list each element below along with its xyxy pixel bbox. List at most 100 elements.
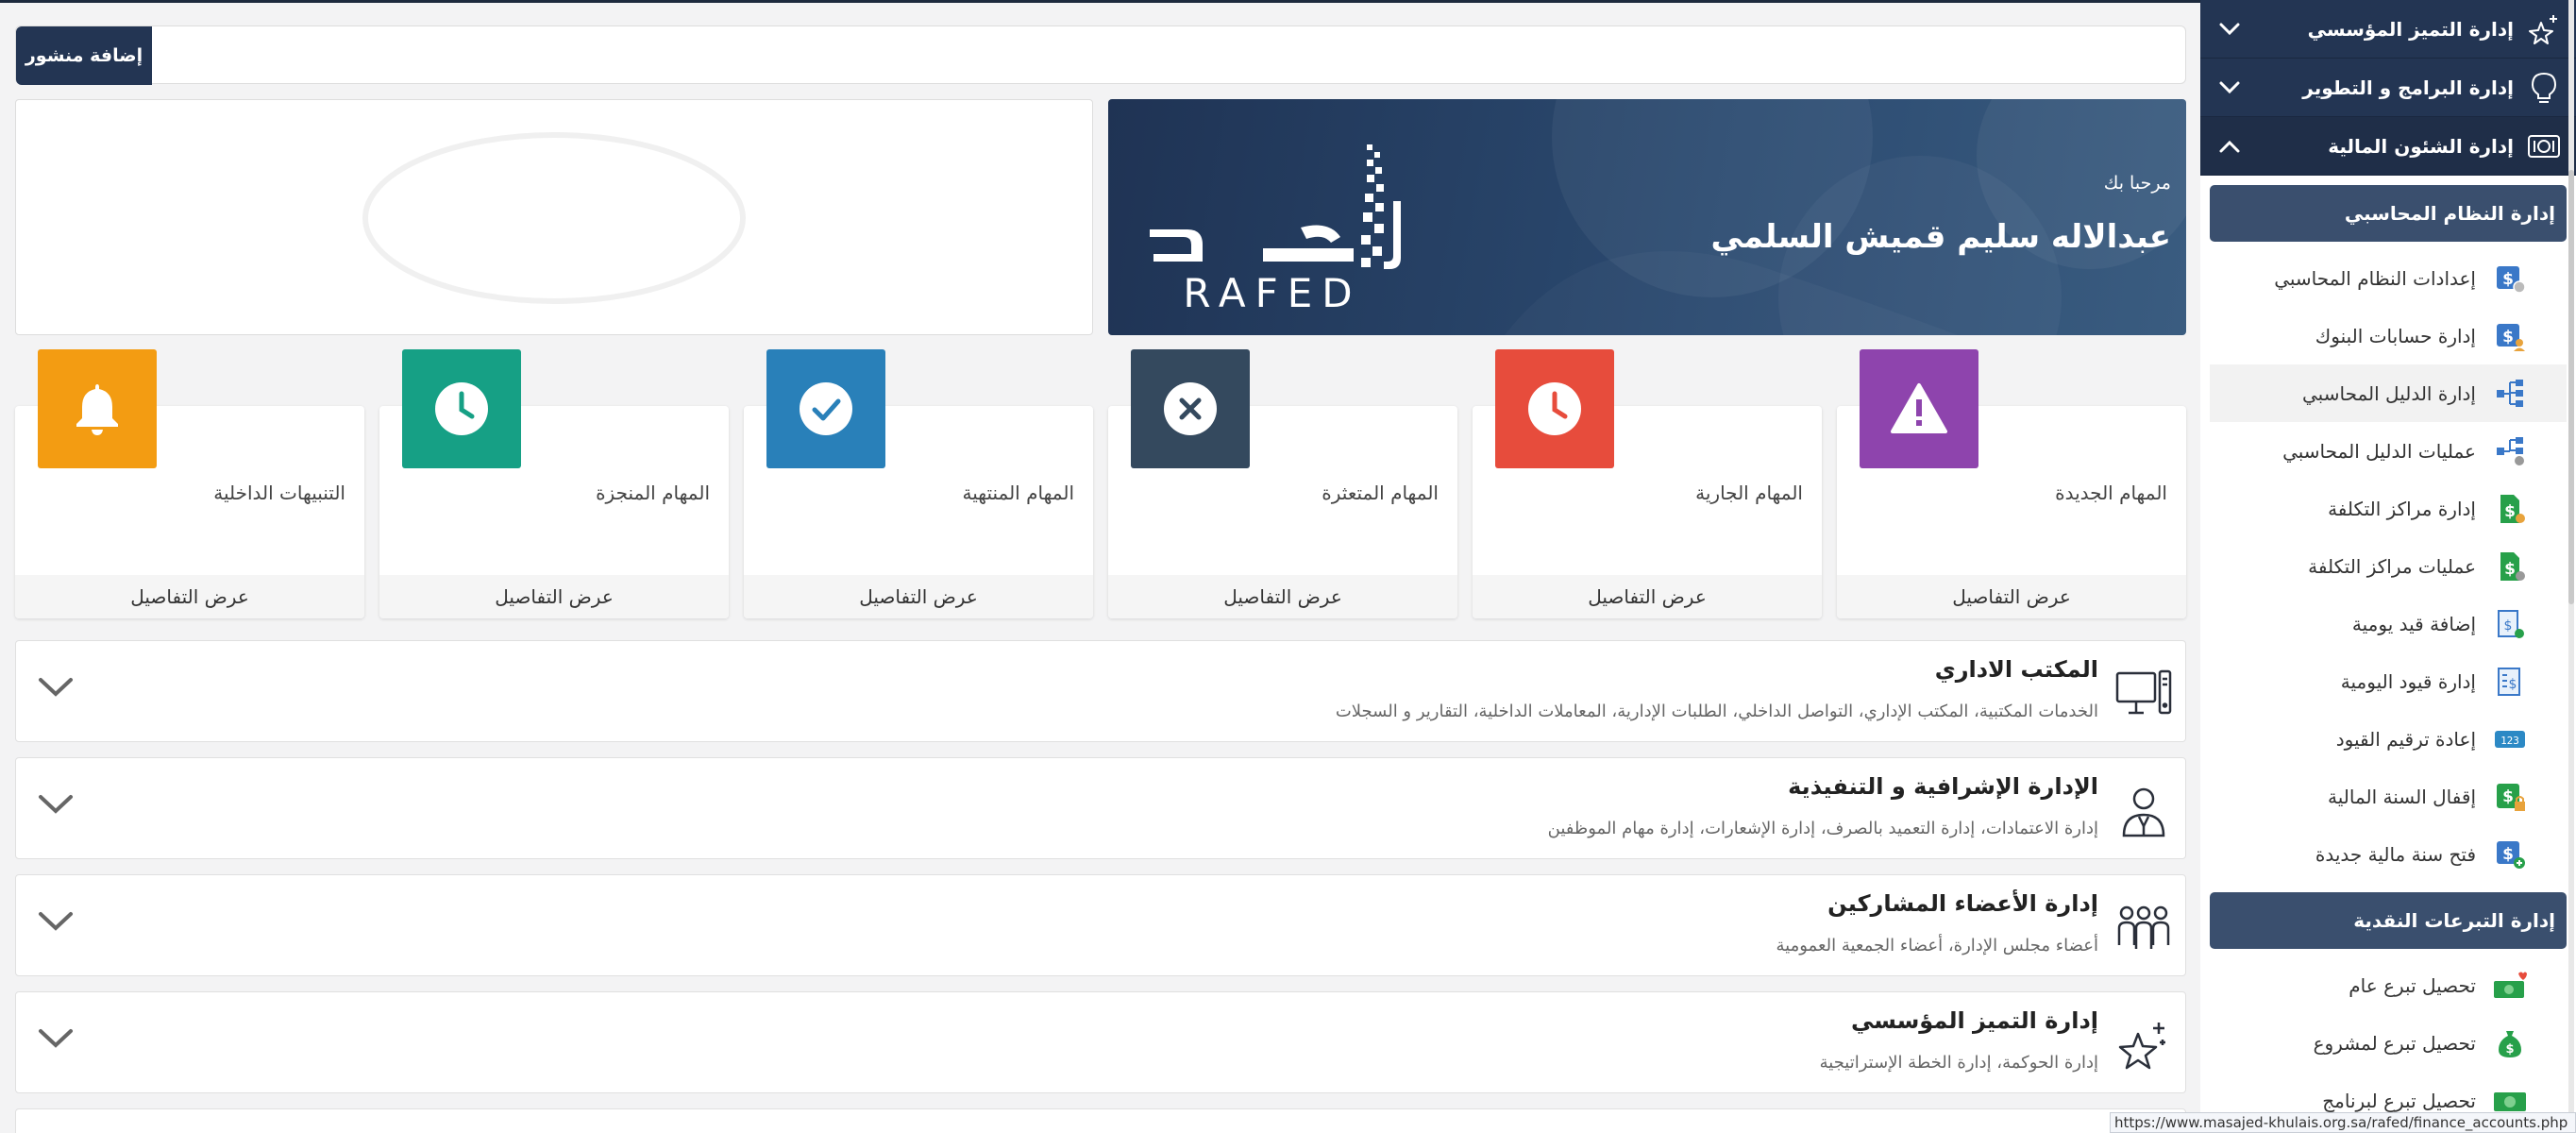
sidebar-main-label: إدارة الشئون المالية	[2328, 134, 2514, 158]
dollar-lock-icon: $	[2491, 778, 2529, 816]
sidebar-item-close-fiscal-year[interactable]: $ إقفال السنة المالية	[2210, 768, 2567, 825]
svg-text:$: $	[2509, 677, 2517, 692]
sidebar-main-finance[interactable]: إدارة الشئون المالية	[2200, 117, 2576, 176]
accordion-title: إدارة الأعضاء المشاركين	[1827, 890, 2098, 917]
chevron-down-icon[interactable]	[2215, 22, 2244, 37]
top-border	[0, 0, 2576, 3]
sidebar-item-cost-centers[interactable]: $ إدارة مراكز التكلفة	[2210, 480, 2567, 537]
details-link[interactable]: عرض التفاصيل	[379, 575, 729, 618]
sidebar-section-donations[interactable]: إدارة التبرعات النقدية	[2210, 892, 2567, 949]
user-name: عبدالاله سليم قميش السلمي	[1710, 218, 2171, 256]
sidebar-item-new-fiscal-year[interactable]: $ فتح سنة مالية جديدة	[2210, 825, 2567, 883]
details-link[interactable]: عرض التفاصيل	[744, 575, 1093, 618]
dollar-user-icon: $	[2491, 317, 2529, 355]
sidebar-item-chart-operations[interactable]: عمليات الدليل المحاسبي	[2210, 422, 2567, 480]
sidebar-item-accounting-settings[interactable]: $ إعدادات النظام المحاسبي	[2210, 249, 2567, 307]
accordion-title: المكتب الاداري	[1934, 656, 2098, 683]
details-link[interactable]: عرض التفاصيل	[1837, 575, 2186, 618]
stat-card-completed-tasks[interactable]: المهام المنجزة عرض التفاصيل	[379, 349, 729, 618]
accordion-excellence[interactable]: إدارة التميز المؤسسي إدارة الحوكمة، إدار…	[15, 991, 2186, 1093]
sidebar-item-bank-accounts[interactable]: $ إدارة حسابات البنوك	[2210, 307, 2567, 364]
dollar-doc-gear-icon: $	[2491, 548, 2529, 585]
sidebar-item-label: إدارة قيود اليومية	[2340, 669, 2476, 693]
accordion-admin-office[interactable]: المكتب الاداري الخدمات المكتبية، المكتب …	[15, 640, 2186, 742]
sidebar-item-general-donation[interactable]: تحصيل تبرع عام	[2210, 956, 2567, 1014]
dollar-add-icon: $	[2491, 836, 2529, 873]
sidebar-item-journal-entries[interactable]: $ إدارة قيود اليومية	[2210, 652, 2567, 710]
accordion-subtitle: إدارة الحوكمة، إدارة الخطة الإستراتيجية	[1819, 1053, 2098, 1073]
accordion-subtitle: أعضاء مجلس الإدارة، أعضاء الجمعية العموم…	[1776, 936, 2098, 955]
accordion-subtitle: الخدمات المكتبية، المكتب الإداري، التواص…	[1335, 702, 2098, 721]
sidebar-item-cost-center-operations[interactable]: $ عمليات مراكز التكلفة	[2210, 537, 2567, 595]
chevron-up-icon[interactable]	[2215, 139, 2244, 154]
sidebar-item-label: إدارة مراكز التكلفة	[2328, 497, 2476, 520]
sidebar-main-programs[interactable]: إدارة البرامج و التطوير	[2200, 59, 2576, 117]
details-link[interactable]: عرض التفاصيل	[1473, 575, 1822, 618]
stat-title: المهام المتعثرة	[1322, 482, 1439, 504]
status-bar-url: https://www.masajed-khulais.org.sa/rafed…	[2110, 1112, 2576, 1133]
manager-user-icon	[2115, 783, 2172, 839]
sidebar-main-label: إدارة التميز المؤسسي	[2307, 17, 2514, 41]
stat-card-new-tasks[interactable]: المهام الجديدة عرض التفاصيل	[1837, 349, 2186, 618]
sidebar-item-label: عمليات مراكز التكلفة	[2308, 554, 2476, 578]
svg-text:$: $	[2502, 787, 2514, 806]
sidebar-main-excellence[interactable]: إدارة التميز المؤسسي	[2200, 0, 2576, 59]
sidebar-item-project-donation[interactable]: $ تحصيل تبرع لمشروع	[2210, 1014, 2567, 1072]
chevron-down-icon[interactable]	[37, 792, 75, 820]
clock-icon	[1495, 349, 1614, 468]
sidebar-item-label: إقفال السنة المالية	[2328, 785, 2476, 808]
stat-title: المهام المنتهية	[962, 482, 1074, 504]
stat-title: التنبيهات الداخلية	[213, 482, 345, 504]
sidebar-scrollbar[interactable]	[2568, 0, 2574, 1133]
money-icon	[2525, 132, 2563, 161]
stat-card-finished-tasks[interactable]: المهام المنتهية عرض التفاصيل	[744, 349, 1093, 618]
lightbulb-icon	[2525, 72, 2563, 104]
stat-title: المهام الجديدة	[2055, 482, 2167, 504]
details-link[interactable]: عرض التفاصيل	[1108, 575, 1457, 618]
dollar-doc-icon: $	[2491, 490, 2529, 528]
check-circle-icon	[766, 349, 885, 468]
svg-text:123: 123	[2500, 735, 2519, 747]
sidebar-item-chart-of-accounts[interactable]: إدارة الدليل المحاسبي	[2210, 364, 2567, 422]
accordion-supervisory[interactable]: الإدارة الإشرافية و التنفيذية إدارة الاع…	[15, 757, 2186, 859]
chevron-down-icon[interactable]	[37, 675, 75, 703]
money-bag-icon: $	[2491, 1024, 2529, 1062]
bell-icon	[38, 349, 157, 468]
scrollbar-thumb[interactable]	[2568, 170, 2574, 604]
svg-text:$: $	[2504, 560, 2516, 579]
sidebar-item-label: إعدادات النظام المحاسبي	[2274, 266, 2476, 290]
group-users-icon	[2115, 900, 2172, 956]
star-sparkle-icon	[2525, 13, 2563, 45]
svg-text:$: $	[2504, 502, 2516, 521]
hierarchy-icon	[2491, 375, 2529, 413]
chevron-down-icon[interactable]	[37, 909, 75, 938]
photo-card	[15, 99, 1093, 335]
rafed-logo: RAFED	[1131, 126, 1414, 318]
stat-card-internal-alerts[interactable]: التنبيهات الداخلية عرض التفاصيل	[15, 349, 364, 618]
stat-card-stalled-tasks[interactable]: المهام المتعثرة عرض التفاصيل	[1108, 349, 1457, 618]
welcome-text: مرحبا بك	[2103, 173, 2171, 194]
warning-icon	[1860, 349, 1978, 468]
logo-text: RAFED	[1183, 270, 1361, 314]
sidebar: إدارة التميز المؤسسي إدارة البرامج و الت…	[2200, 0, 2576, 1133]
sidebar-item-add-journal-entry[interactable]: $ إضافة قيد يومية	[2210, 595, 2567, 652]
sidebar-item-label: تحصيل تبرع عام	[2349, 973, 2476, 997]
add-post-button[interactable]: إضافة منشور	[16, 26, 152, 85]
post-bar[interactable]: إضافة منشور	[15, 25, 2186, 85]
sidebar-item-label: فتح سنة مالية جديدة	[2315, 842, 2476, 866]
stat-card-ongoing-tasks[interactable]: المهام الجارية عرض التفاصيل	[1473, 349, 1822, 618]
accordion-members[interactable]: إدارة الأعضاء المشاركين أعضاء مجلس الإدا…	[15, 874, 2186, 976]
stat-title: المهام الجارية	[1695, 482, 1803, 504]
clock-icon	[402, 349, 521, 468]
chevron-down-icon[interactable]	[37, 1026, 75, 1055]
sidebar-section-accounting[interactable]: إدارة النظام المحاسبي	[2210, 185, 2567, 242]
document-list-icon: $	[2491, 663, 2529, 701]
chevron-down-icon[interactable]	[2215, 80, 2244, 95]
svg-text:$: $	[2504, 618, 2513, 634]
sidebar-item-renumber-entries[interactable]: 123 إعادة ترقيم القيود	[2210, 710, 2567, 768]
details-link[interactable]: عرض التفاصيل	[15, 575, 364, 618]
accordion-next[interactable]	[15, 1108, 2186, 1133]
numbers-icon: 123	[2491, 720, 2529, 758]
star-sparkle-icon	[2115, 1017, 2172, 1074]
welcome-banner: RAFED مرحبا بك عبدالاله سليم قميش السلمي	[1108, 99, 2186, 335]
